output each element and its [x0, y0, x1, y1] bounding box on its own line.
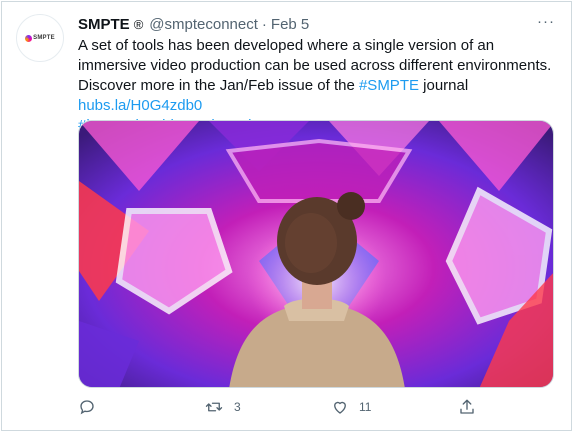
smpte-logo: SMPTE [25, 34, 55, 42]
tweet-media-image[interactable] [78, 120, 554, 388]
tweet-date[interactable]: Feb 5 [271, 16, 309, 33]
retweet-button[interactable]: 3 [204, 398, 241, 416]
separator-dot: · [261, 15, 267, 33]
logo-mark-icon [25, 34, 33, 42]
heart-icon [334, 401, 346, 414]
reply-button[interactable] [78, 398, 96, 416]
more-options-icon[interactable]: ··· [537, 13, 555, 30]
reply-icon [80, 400, 94, 415]
hashtag-smpte[interactable]: #SMPTE [359, 77, 419, 94]
share-icon [460, 399, 474, 414]
user-handle[interactable]: @smpteconnect [149, 16, 258, 33]
display-name[interactable]: SMPTE [78, 16, 130, 33]
tweet-body-text: A set of tools has been developed where … [78, 37, 552, 94]
tweet-card[interactable]: SMPTE SMPTE ® @smpteconnect · Feb 5 ··· … [1, 1, 572, 431]
like-button[interactable]: 11 [331, 398, 371, 416]
tweet-journal-text: journal [418, 77, 469, 94]
retweet-count: 3 [234, 400, 241, 414]
logo-text: SMPTE [33, 35, 55, 41]
like-count: 11 [359, 400, 372, 414]
retweet-icon [205, 402, 223, 412]
tweet-actions: 3 11 [78, 398, 488, 420]
share-button[interactable] [458, 398, 476, 416]
kaleidoscope-photo [79, 121, 553, 387]
registered-badge: ® [133, 16, 144, 32]
tweet-link[interactable]: hubs.la/H0G4zdb0 [78, 97, 202, 114]
tweet-header: SMPTE ® @smpteconnect · Feb 5 ··· [78, 13, 555, 35]
avatar[interactable]: SMPTE [16, 14, 64, 62]
